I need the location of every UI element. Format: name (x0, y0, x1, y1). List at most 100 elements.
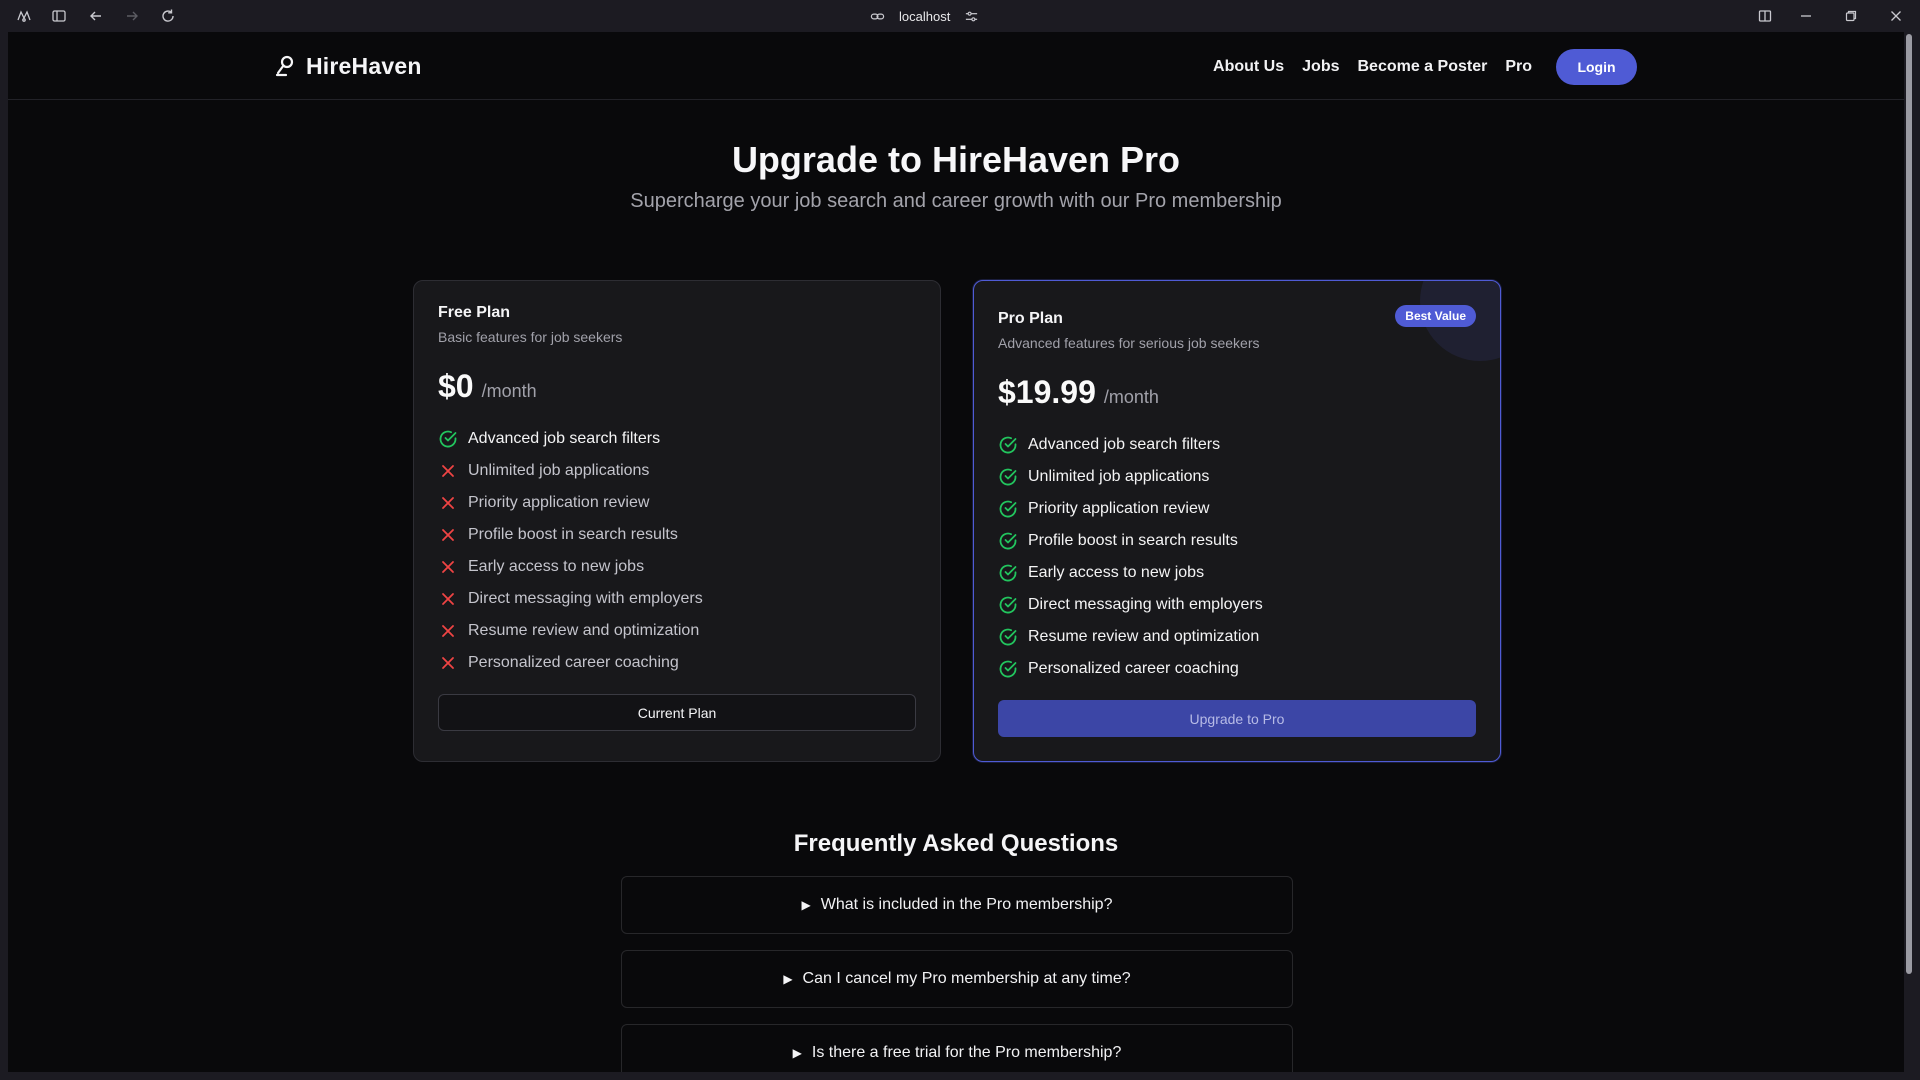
main-nav: About Us Jobs Become a Poster Pro Login (1213, 49, 1637, 85)
close-window-icon[interactable] (1885, 6, 1907, 26)
disclosure-triangle-icon: ▶ (801, 898, 811, 912)
page-title: Upgrade to HireHaven Pro (731, 139, 1181, 180)
plan-description: Basic features for job seekers (438, 329, 623, 345)
x-icon (442, 529, 454, 541)
plan-name: Pro Plan (998, 310, 1063, 327)
check-circle-icon (999, 564, 1017, 582)
feature-label: Personalized career coaching (1028, 660, 1239, 677)
faq-item[interactable]: ▶ Is there a free trial for the Pro memb… (621, 1024, 1293, 1072)
feature-label: Advanced job search filters (468, 430, 661, 447)
feature-label: Advanced job search filters (1028, 436, 1221, 453)
feature-item: Priority application review (438, 487, 703, 519)
feature-label: Resume review and optimization (1028, 628, 1260, 645)
price-row: $0 /month (438, 368, 537, 405)
feature-item: Unlimited job applications (998, 461, 1263, 493)
page-viewport: HireHaven About Us Jobs Become a Poster … (8, 32, 1904, 1072)
back-arrow-icon[interactable] (85, 6, 107, 26)
best-value-badge: Best Value (1395, 305, 1476, 327)
nav-link-about-us[interactable]: About Us (1213, 58, 1284, 76)
x-icon (442, 593, 454, 605)
feature-label: Profile boost in search results (1028, 532, 1238, 549)
x-icon (442, 561, 454, 573)
feature-item: Early access to new jobs (438, 551, 703, 583)
feature-item: Direct messaging with employers (438, 583, 703, 615)
check-circle-icon (439, 430, 457, 448)
faq-item[interactable]: ▶ Can I cancel my Pro membership at any … (621, 950, 1293, 1008)
current-plan-button[interactable]: Current Plan (438, 694, 916, 731)
plan-price: $19.99 (998, 374, 1096, 410)
check-circle-icon (999, 660, 1017, 678)
check-circle-icon (999, 436, 1017, 454)
feature-label: Personalized career coaching (468, 654, 679, 671)
feature-item: Unlimited job applications (438, 455, 703, 487)
plan-period: /month (1103, 387, 1159, 407)
x-icon (442, 497, 454, 509)
feature-label: Direct messaging with employers (468, 590, 703, 607)
plan-name: Free Plan (438, 304, 511, 321)
faq-question: Can I cancel my Pro membership at any ti… (802, 970, 1131, 987)
login-button[interactable]: Login (1556, 49, 1637, 85)
check-circle-icon (999, 500, 1017, 518)
feature-item: Direct messaging with employers (998, 589, 1263, 621)
plan-price: $0 (438, 368, 474, 404)
feature-item: Priority application review (998, 493, 1263, 525)
feature-item: Advanced job search filters (438, 423, 703, 455)
browser-menu-icon[interactable] (13, 6, 35, 26)
feature-label: Priority application review (468, 494, 650, 511)
nav-link-become-a-poster[interactable]: Become a Poster (1357, 58, 1487, 76)
feature-label: Early access to new jobs (468, 558, 645, 575)
reload-icon[interactable] (157, 6, 179, 26)
faq-title: Frequently Asked Questions (793, 830, 1119, 857)
plan-description: Advanced features for serious job seeker… (998, 335, 1260, 351)
feature-item: Profile boost in search results (998, 525, 1263, 557)
feature-item: Personalized career coaching (438, 647, 703, 679)
restore-icon[interactable] (1840, 6, 1862, 26)
disclosure-triangle-icon: ▶ (792, 1046, 802, 1060)
brand-name: HireHaven (306, 52, 422, 79)
pro-plan-card: Pro Plan Best Value Advanced features fo… (973, 280, 1501, 762)
feature-label: Resume review and optimization (468, 622, 700, 639)
feature-item: Advanced job search filters (998, 429, 1263, 461)
site-navbar: HireHaven About Us Jobs Become a Poster … (8, 32, 1904, 100)
price-row: $19.99 /month (998, 374, 1159, 411)
feature-item: Profile boost in search results (438, 519, 703, 551)
check-circle-icon (999, 628, 1017, 646)
address-bar[interactable]: localhost (870, 6, 979, 26)
link-icon (870, 13, 885, 19)
nav-link-jobs[interactable]: Jobs (1302, 58, 1339, 76)
faq-question: Is there a free trial for the Pro member… (811, 1044, 1122, 1061)
x-icon (442, 625, 454, 637)
check-circle-icon (999, 468, 1017, 486)
feature-label: Early access to new jobs (1028, 564, 1205, 581)
url-text: localhost (899, 8, 951, 24)
faq-question: What is included in the Pro membership? (820, 896, 1113, 913)
upgrade-to-pro-button[interactable]: Upgrade to Pro (998, 700, 1476, 737)
plan-period: /month (481, 381, 537, 401)
location-pin-icon (275, 55, 294, 77)
site-settings-icon[interactable] (964, 9, 979, 24)
split-view-icon[interactable] (1754, 6, 1776, 26)
feature-label: Unlimited job applications (468, 462, 650, 479)
feature-item: Resume review and optimization (438, 615, 703, 647)
feature-list: Advanced job search filters Unlimited job… (998, 429, 1263, 685)
feature-list: Advanced job search filters Unlimited job… (438, 423, 703, 679)
minimize-icon[interactable] (1795, 6, 1817, 26)
disclosure-triangle-icon: ▶ (783, 972, 793, 986)
check-circle-icon (999, 532, 1017, 550)
feature-label: Profile boost in search results (468, 526, 678, 543)
feature-label: Direct messaging with employers (1028, 596, 1263, 613)
browser-toolbar: localhost (0, 0, 1920, 32)
sidebar-toggle-icon[interactable] (48, 6, 70, 26)
nav-link-pro[interactable]: Pro (1505, 58, 1532, 76)
faq-item[interactable]: ▶ What is included in the Pro membership… (621, 876, 1293, 934)
feature-label: Priority application review (1028, 500, 1210, 517)
forward-arrow-icon[interactable] (121, 6, 143, 26)
x-icon (442, 465, 454, 477)
feature-label: Unlimited job applications (1028, 468, 1210, 485)
feature-item: Personalized career coaching (998, 653, 1263, 685)
page-scrollbar[interactable] (1906, 34, 1912, 974)
feature-item: Resume review and optimization (998, 621, 1263, 653)
feature-item: Early access to new jobs (998, 557, 1263, 589)
brand-logo-link[interactable]: HireHaven (274, 52, 422, 80)
check-circle-icon (999, 596, 1017, 614)
